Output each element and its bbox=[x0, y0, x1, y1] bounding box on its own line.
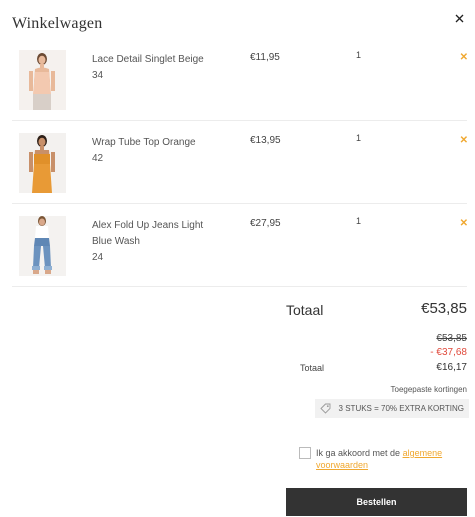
product-image[interactable] bbox=[19, 216, 66, 276]
product-name[interactable]: Lace Detail Singlet Beige 34 bbox=[92, 52, 217, 84]
terms-checkbox[interactable] bbox=[299, 447, 311, 459]
product-size: 24 bbox=[92, 252, 104, 263]
remove-item-icon[interactable]: ✕ bbox=[460, 52, 468, 63]
remove-item-icon[interactable]: ✕ bbox=[460, 135, 468, 146]
order-button[interactable]: Bestellen bbox=[286, 488, 467, 516]
product-price: €27,95 bbox=[250, 218, 281, 229]
cart-items-list: Lace Detail Singlet Beige 34 €11,95 1 ✕ … bbox=[12, 38, 468, 287]
remove-item-icon[interactable]: ✕ bbox=[460, 218, 468, 229]
original-price: €53,85 bbox=[436, 333, 467, 344]
discount-badge: 3 STUKS = 70% EXTRA KORTING bbox=[314, 399, 469, 418]
page-title: Winkelwagen bbox=[12, 15, 103, 32]
product-image[interactable] bbox=[19, 133, 66, 193]
cart-item: Alex Fold Up Jeans Light Blue Wash 24 €2… bbox=[12, 204, 468, 287]
cart-item: Wrap Tube Top Orange 42 €13,95 1 ✕ bbox=[12, 121, 468, 204]
total-label: Totaal bbox=[286, 302, 324, 318]
discount-amount: - €37,68 bbox=[430, 347, 467, 358]
product-name-text: Lace Detail Singlet Beige bbox=[92, 54, 204, 65]
product-size: 42 bbox=[92, 153, 104, 164]
product-name-text: Wrap Tube Top Orange bbox=[92, 137, 196, 148]
product-size: 34 bbox=[92, 70, 104, 81]
discount-badge-text: 3 STUKS = 70% EXTRA KORTING bbox=[338, 404, 464, 413]
final-total-value: €16,17 bbox=[436, 362, 467, 373]
product-quantity[interactable]: 1 bbox=[356, 216, 361, 226]
close-icon[interactable] bbox=[452, 10, 468, 26]
product-image[interactable] bbox=[19, 50, 66, 110]
terms-text: Ik ga akkoord met de algemene voorwaarde… bbox=[316, 447, 466, 471]
product-name-text: Alex Fold Up Jeans Light Blue Wash bbox=[92, 220, 204, 247]
product-quantity[interactable]: 1 bbox=[356, 50, 361, 60]
product-price: €11,95 bbox=[250, 52, 280, 63]
applied-discounts-label: Toegepaste kortingen bbox=[390, 385, 468, 394]
final-total-label: Totaal bbox=[300, 363, 325, 373]
product-name[interactable]: Wrap Tube Top Orange 42 bbox=[92, 135, 217, 167]
product-quantity[interactable]: 1 bbox=[356, 133, 361, 143]
total-value: €53,85 bbox=[421, 300, 467, 317]
tag-icon bbox=[319, 403, 331, 414]
terms-text-prefix: Ik ga akkoord met de bbox=[316, 448, 401, 458]
cart-item: Lace Detail Singlet Beige 34 €11,95 1 ✕ bbox=[12, 38, 468, 121]
product-name[interactable]: Alex Fold Up Jeans Light Blue Wash 24 bbox=[92, 218, 217, 266]
product-price: €13,95 bbox=[250, 135, 281, 146]
